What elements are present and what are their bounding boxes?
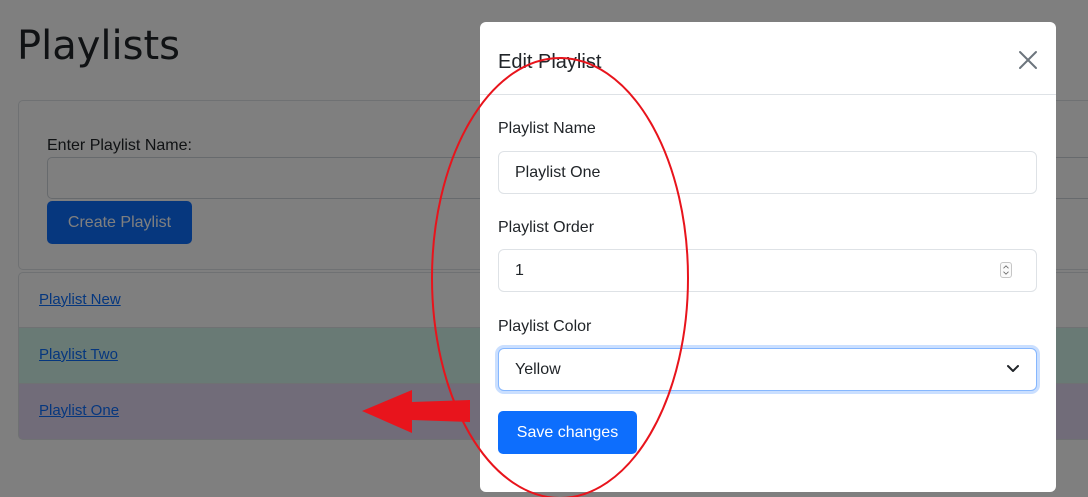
save-changes-button[interactable]: Save changes bbox=[498, 411, 637, 454]
playlist-name-field-label: Playlist Name bbox=[498, 120, 596, 137]
playlist-order-field-label: Playlist Order bbox=[498, 219, 595, 236]
close-icon bbox=[1019, 51, 1037, 69]
modal-title: Edit Playlist bbox=[498, 51, 602, 73]
playlist-order-field[interactable]: 1 bbox=[498, 249, 1037, 292]
playlist-color-value: Yellow bbox=[515, 361, 561, 378]
edit-playlist-modal: Edit Playlist Playlist Name Playlist One… bbox=[480, 22, 1056, 492]
playlist-order-value: 1 bbox=[515, 262, 524, 279]
close-button[interactable] bbox=[1016, 48, 1040, 72]
chevron-down-icon bbox=[1007, 365, 1019, 372]
playlist-color-field-label: Playlist Color bbox=[498, 318, 592, 335]
number-spinner-icon[interactable] bbox=[1000, 262, 1012, 278]
modal-header: Edit Playlist bbox=[480, 22, 1056, 95]
playlist-color-select[interactable]: Yellow bbox=[498, 348, 1037, 391]
playlist-name-value: Playlist One bbox=[515, 164, 601, 181]
playlist-name-field[interactable]: Playlist One bbox=[498, 151, 1037, 194]
